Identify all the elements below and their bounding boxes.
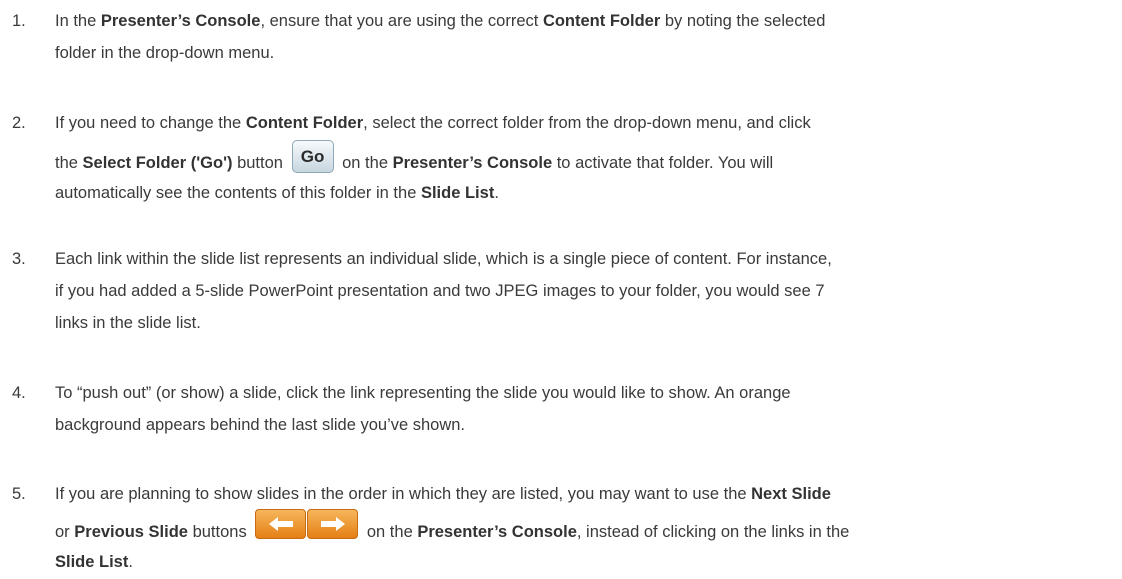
left-arrow-icon bbox=[255, 509, 307, 539]
step-text: In the Presenter’s Console, ensure that … bbox=[55, 12, 826, 62]
step-number: 4. bbox=[12, 384, 26, 402]
instructions-list: 1. In the Presenter’s Console, ensure th… bbox=[0, 0, 1122, 579]
step-text: Each link within the slide list represen… bbox=[55, 250, 832, 332]
step-number: 3. bbox=[12, 250, 26, 268]
bold-term: Content Folder bbox=[542, 12, 661, 30]
bold-term: Presenter’s Console bbox=[417, 523, 577, 541]
bold-term: Presenter’s Console bbox=[392, 154, 553, 172]
bold-term: Select Folder ('Go') bbox=[82, 154, 233, 172]
bold-term: Presenter’s Console bbox=[100, 12, 261, 30]
step-text: If you need to change the Content Folder… bbox=[55, 114, 811, 202]
step-text: If you are planning to show slides in th… bbox=[55, 485, 850, 571]
step-text: To “push out” (or show) a slide, click t… bbox=[55, 384, 791, 434]
slide-nav-buttons-image bbox=[255, 509, 359, 539]
bold-term: Previous Slide bbox=[74, 523, 188, 541]
step-number: 5. bbox=[12, 485, 26, 503]
bold-term: Slide List bbox=[55, 553, 129, 571]
right-arrow-icon bbox=[307, 509, 359, 539]
step-number: 1. bbox=[12, 12, 26, 30]
bold-term: Next Slide bbox=[751, 485, 831, 503]
step-number: 2. bbox=[12, 114, 26, 132]
bold-term: Content Folder bbox=[245, 114, 364, 132]
go-button-icon: Go bbox=[291, 140, 334, 174]
bold-term: Slide List bbox=[420, 184, 495, 202]
